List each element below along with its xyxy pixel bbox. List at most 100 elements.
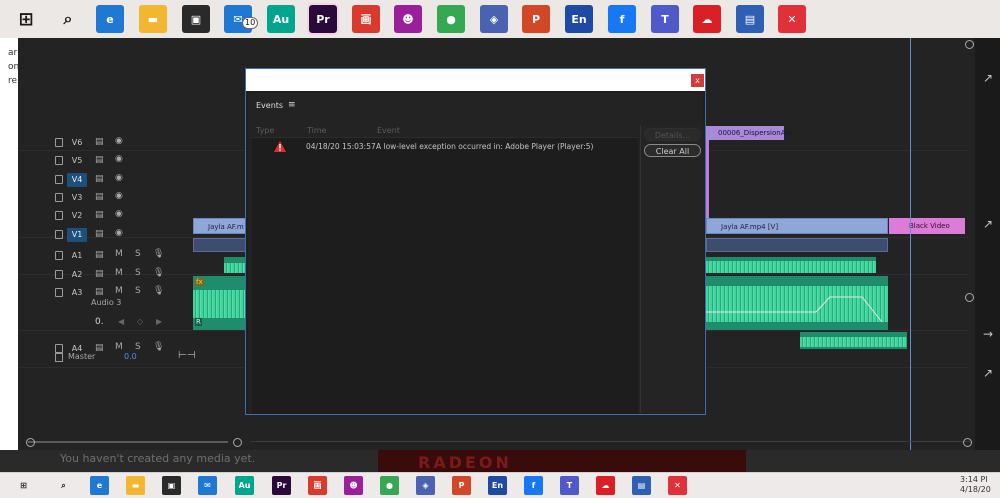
clip-v1-right[interactable]: Jayla AF.mp4 [V] — [706, 218, 888, 234]
column-header-time[interactable]: Time — [307, 126, 327, 135]
en-app-icon[interactable]: En — [488, 476, 507, 495]
track-target-toggle[interactable]: V3 — [67, 191, 87, 205]
master-value[interactable]: 0.0 — [124, 352, 137, 361]
teams-icon[interactable]: T — [651, 5, 679, 33]
sync-lock-icon[interactable]: ▤ — [95, 269, 104, 279]
dialog-close-button[interactable]: x — [691, 74, 704, 87]
playhead[interactable] — [910, 38, 911, 450]
lock-icon[interactable] — [55, 251, 63, 260]
lock-icon[interactable] — [55, 288, 63, 297]
clip-a3-right[interactable] — [706, 276, 888, 330]
start-icon[interactable]: ⊞ — [12, 5, 40, 33]
system-clock[interactable]: 3:14 PI 4/18/20 — [960, 475, 991, 495]
sync-lock-icon[interactable]: ▤ — [95, 343, 104, 353]
clip-black-video[interactable]: Black Video — [889, 218, 965, 234]
creative-cloud-icon[interactable]: ☁ — [693, 5, 721, 33]
sync-lock-icon[interactable]: ▤ — [95, 250, 104, 260]
powerpoint-icon[interactable]: P — [522, 5, 550, 33]
track-target-toggle[interactable]: V2 — [67, 209, 87, 223]
monitor-app-icon[interactable]: ▤ — [736, 5, 764, 33]
start-icon[interactable]: ⊞ — [14, 476, 33, 495]
clip-a1-left[interactable] — [193, 238, 248, 252]
lock-icon[interactable] — [55, 175, 63, 184]
en-app-icon[interactable]: En — [565, 5, 593, 33]
timeline-scrollbar[interactable] — [18, 437, 973, 447]
column-header-event[interactable]: Event — [377, 126, 400, 135]
solo-toggle[interactable]: S — [135, 268, 141, 278]
vscroll-handle-bottom[interactable] — [965, 293, 974, 302]
monitor-app-icon[interactable]: ▤ — [632, 476, 651, 495]
scroll-handle-right[interactable] — [233, 438, 242, 447]
clip-a1-right[interactable] — [706, 238, 888, 252]
track-target-toggle[interactable]: V5 — [67, 154, 87, 168]
microphone-icon[interactable]: 🎙 — [153, 342, 164, 352]
clip-a4-right[interactable] — [800, 332, 907, 349]
details-button[interactable]: Details... — [644, 128, 701, 141]
tool-app-icon[interactable]: ✕ — [778, 5, 806, 33]
clip-a2-right[interactable] — [706, 257, 876, 273]
master-lock-icon[interactable] — [55, 353, 63, 362]
track-target-toggle[interactable]: V1 — [67, 228, 87, 242]
expand-icon[interactable]: ↗ — [980, 216, 996, 232]
lock-icon[interactable] — [55, 156, 63, 165]
premiere-pro-icon[interactable]: Pr — [307, 3, 339, 35]
scroll-handle-end[interactable] — [963, 438, 972, 447]
clip-v1-left[interactable]: Jayla AF.m — [193, 218, 248, 234]
eye-icon[interactable]: ◉ — [115, 191, 123, 201]
solo-toggle[interactable]: S — [135, 286, 141, 296]
eye-icon[interactable]: ◉ — [115, 209, 123, 219]
master-fit-icon[interactable]: ⊢⊣ — [178, 350, 195, 361]
edge-icon[interactable]: e — [90, 476, 109, 495]
chrome-icon[interactable]: ● — [437, 5, 465, 33]
file-explorer-icon[interactable]: ▬ — [126, 476, 145, 495]
scrollbar-thumb[interactable] — [28, 441, 228, 443]
microphone-icon[interactable]: 🎙 — [153, 249, 164, 259]
events-panel-title[interactable]: Events — [256, 101, 283, 110]
audio3-volume[interactable]: 0. — [95, 317, 104, 327]
track-target-toggle[interactable]: A3 — [67, 286, 87, 300]
audition-icon[interactable]: Au — [267, 5, 295, 33]
mute-toggle[interactable]: M — [115, 268, 123, 278]
track-target-toggle[interactable]: A1 — [67, 249, 87, 263]
mail-icon[interactable]: ✉ — [198, 476, 217, 495]
store-icon[interactable]: ▣ — [162, 476, 181, 495]
lock-icon[interactable] — [55, 344, 63, 353]
microphone-icon[interactable]: 🎙 — [153, 268, 164, 278]
diagram-app-icon[interactable]: ◈ — [480, 5, 508, 33]
expand-icon[interactable]: ↗ — [980, 70, 996, 86]
app-red-icon[interactable]: 画 — [308, 476, 327, 495]
clip-a3-left[interactable]: fx R — [193, 276, 248, 330]
solo-toggle[interactable]: S — [135, 249, 141, 259]
sync-lock-icon[interactable]: ▤ — [95, 137, 104, 147]
lock-icon[interactable] — [55, 211, 63, 220]
facebook-icon[interactable]: f — [524, 476, 543, 495]
keyframe-add-icon[interactable]: ◇ — [137, 317, 143, 326]
lock-icon[interactable] — [55, 230, 63, 239]
track-target-toggle[interactable]: V6 — [67, 136, 87, 150]
clip-dispersion[interactable]: 00006_DispersionAni — [706, 126, 792, 140]
app-game-icon[interactable]: ☻ — [344, 476, 363, 495]
powerpoint-icon[interactable]: P — [452, 476, 471, 495]
vscroll-handle-top[interactable] — [965, 40, 974, 49]
mute-toggle[interactable]: M — [115, 249, 123, 259]
eye-icon[interactable]: ◉ — [115, 228, 123, 238]
track-target-toggle[interactable]: A2 — [67, 268, 87, 282]
microphone-icon[interactable]: 🎙 — [153, 286, 164, 296]
store-icon[interactable]: ▣ — [182, 5, 210, 33]
sync-lock-icon[interactable]: ▤ — [95, 155, 104, 165]
facebook-icon[interactable]: f — [608, 5, 636, 33]
app-red-icon[interactable]: 画 — [352, 5, 380, 33]
mute-toggle[interactable]: M — [115, 286, 123, 296]
lock-icon[interactable] — [55, 270, 63, 279]
app-game-icon[interactable]: ☻ — [394, 5, 422, 33]
audition-icon[interactable]: Au — [235, 476, 254, 495]
chrome-icon[interactable]: ● — [380, 476, 399, 495]
mute-toggle[interactable]: M — [115, 342, 123, 352]
expand-icon[interactable]: ↗ — [980, 365, 996, 381]
tool-app-icon[interactable]: ✕ — [668, 476, 687, 495]
lock-icon[interactable] — [55, 138, 63, 147]
sync-lock-icon[interactable]: ▤ — [95, 174, 104, 184]
search-icon[interactable]: ⌕ — [54, 5, 82, 33]
edge-icon[interactable]: e — [96, 5, 124, 33]
track-target-toggle[interactable]: V4 — [67, 173, 87, 187]
